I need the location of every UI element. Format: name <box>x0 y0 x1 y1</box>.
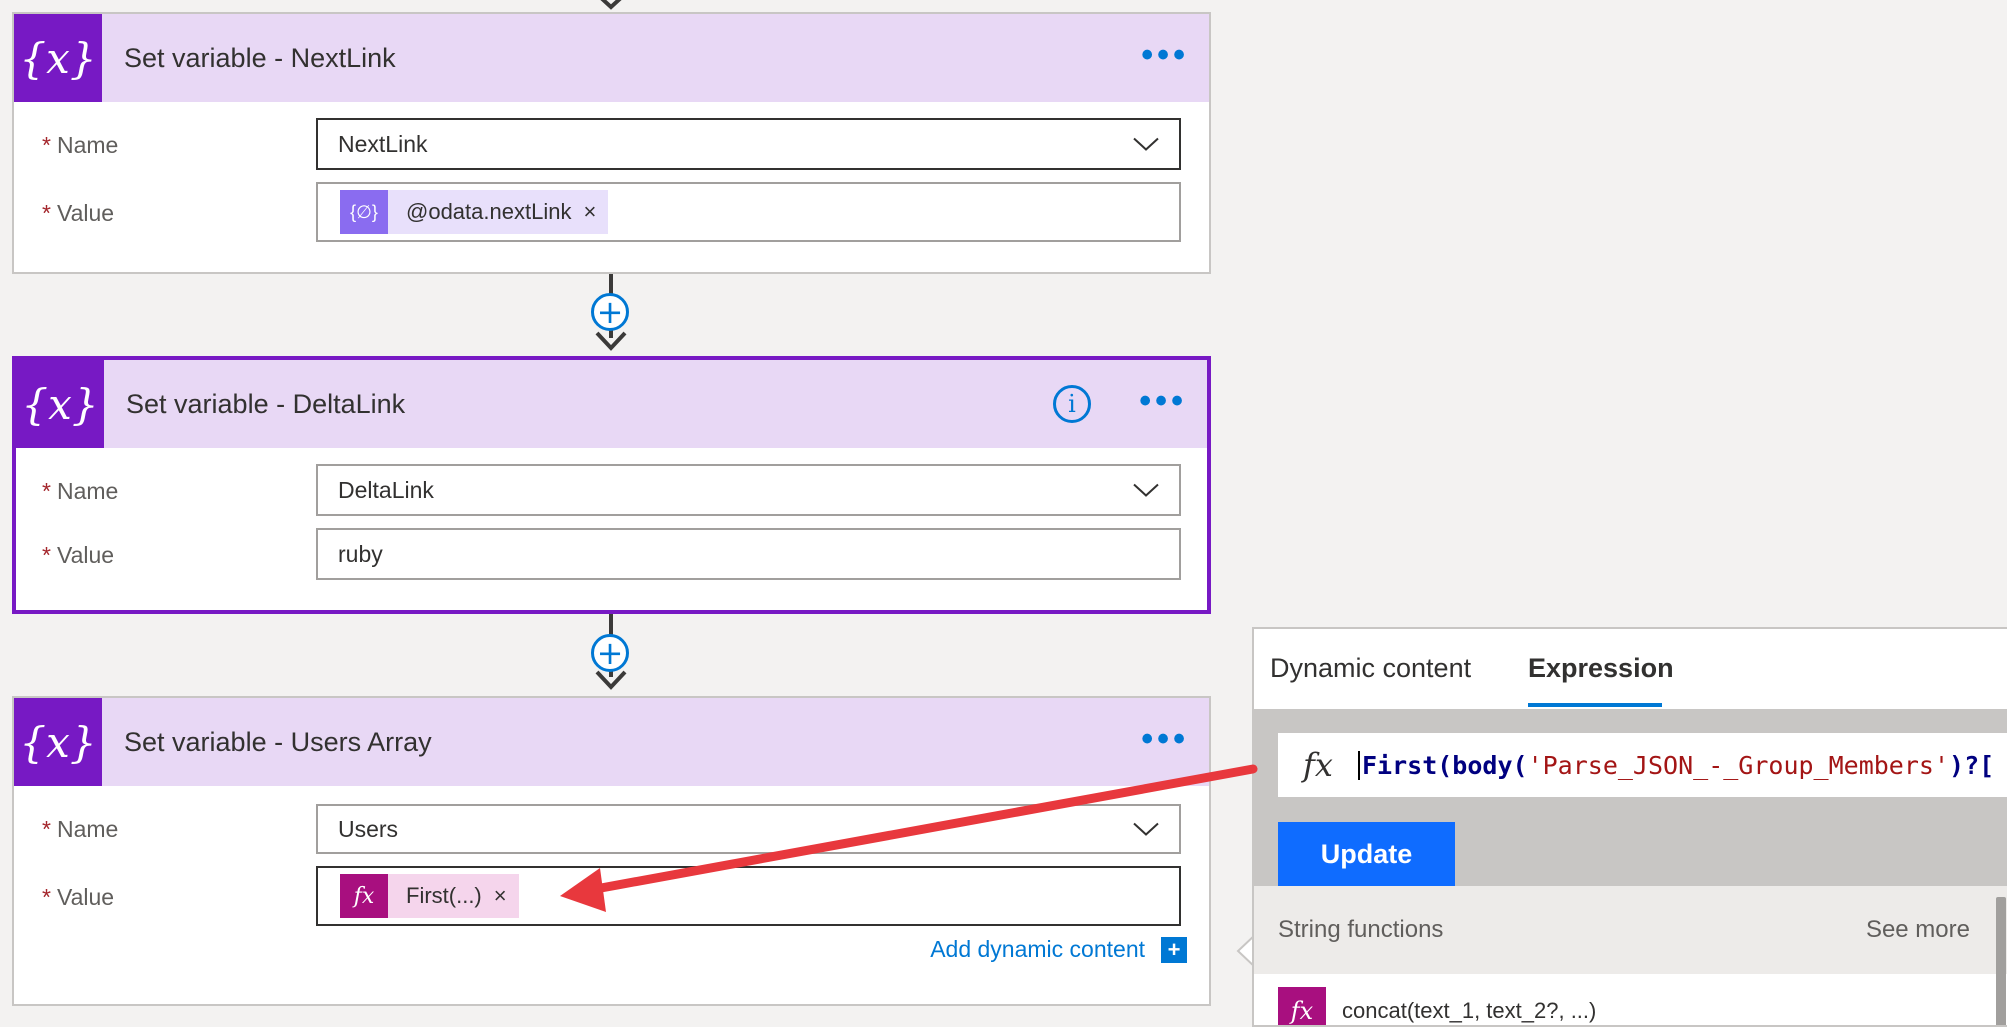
annotation-arrow <box>560 764 1258 912</box>
